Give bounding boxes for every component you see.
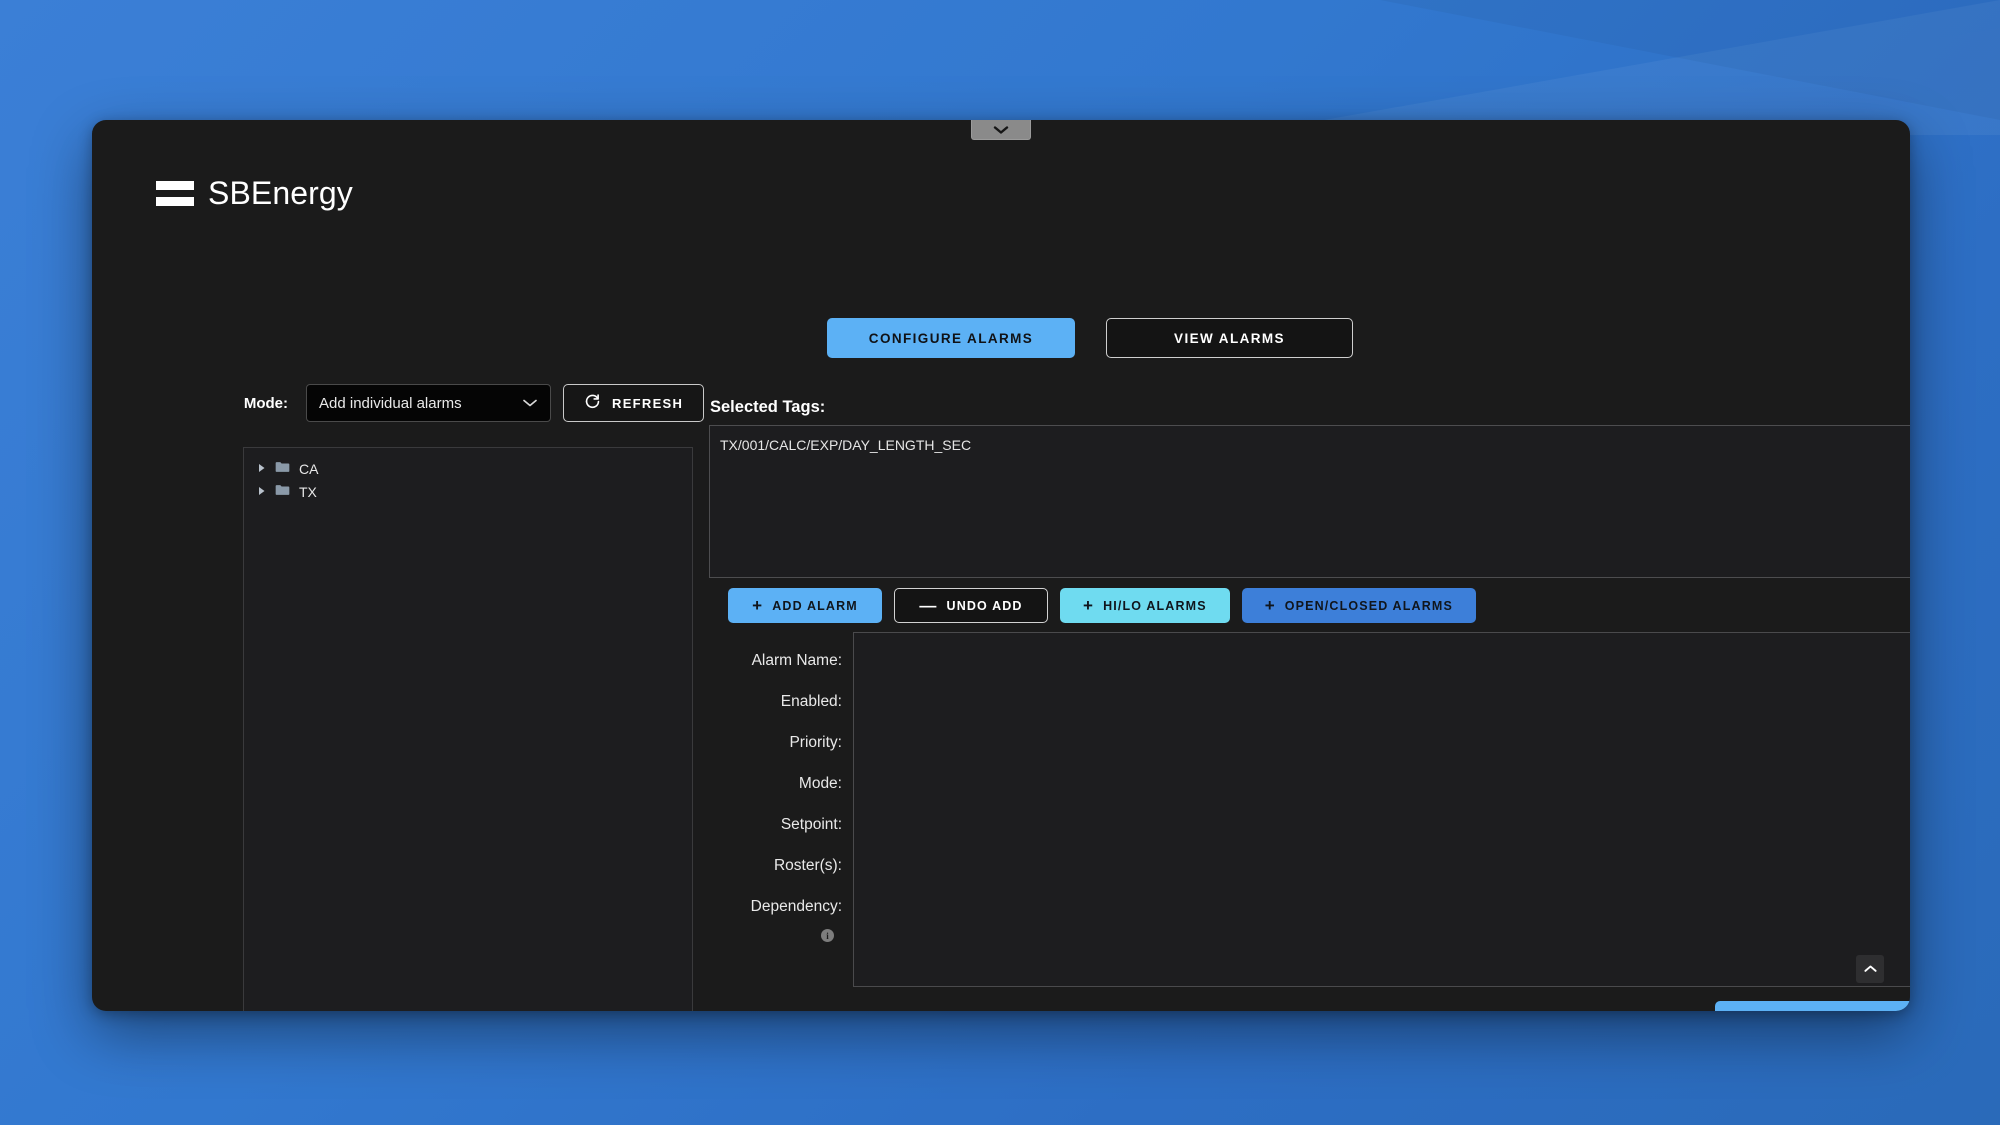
save-configuration-button[interactable]: SAVE CONFIGURATION [1715, 1001, 1910, 1011]
mode-toolbar: Mode: Add individual alarms REFRESH [232, 384, 704, 422]
mode-label: Mode: [232, 395, 288, 412]
alarm-form-panel[interactable] [853, 632, 1910, 987]
hi-lo-alarms-label: HI/LO ALARMS [1103, 599, 1207, 613]
add-alarm-label: ADD ALARM [772, 599, 858, 613]
open-closed-alarms-label: OPEN/CLOSED ALARMS [1285, 599, 1453, 613]
info-icon[interactable]: i [821, 929, 834, 942]
app-header: SBEnergy [92, 120, 1910, 260]
brand-logo: SBEnergy [156, 175, 353, 212]
selected-tags-list[interactable]: TX/001/CALC/EXP/DAY_LENGTH_SEC [709, 425, 1910, 578]
folder-icon [275, 483, 290, 501]
tree-node-label: TX [299, 484, 317, 500]
chevron-up-icon [1863, 962, 1878, 977]
selected-tag-item[interactable]: TX/001/CALC/EXP/DAY_LENGTH_SEC [720, 435, 1902, 455]
triangle-right-icon[interactable] [258, 460, 266, 478]
label-rosters: Roster(s): [712, 845, 842, 886]
minus-icon: — [919, 597, 937, 614]
tab-view-alarms[interactable]: VIEW ALARMS [1106, 318, 1353, 358]
mode-select-value: Add individual alarms [319, 395, 462, 412]
label-mode: Mode: [712, 763, 842, 804]
folder-icon [275, 460, 290, 478]
alarm-action-toolbar: + ADD ALARM — UNDO ADD + HI/LO ALARMS + … [728, 588, 1476, 623]
tab-configure-alarms[interactable]: CONFIGURE ALARMS [827, 318, 1075, 358]
open-closed-alarms-button[interactable]: + OPEN/CLOSED ALARMS [1242, 588, 1476, 623]
hi-lo-alarms-button[interactable]: + HI/LO ALARMS [1060, 588, 1230, 623]
selected-tags-label: Selected Tags: [710, 398, 825, 417]
scroll-to-top-button[interactable] [1856, 955, 1884, 983]
plus-icon: + [1265, 597, 1276, 614]
triangle-right-icon[interactable] [258, 483, 266, 501]
label-alarm-name: Alarm Name: [712, 640, 842, 681]
primary-tab-bar: CONFIGURE ALARMS VIEW ALARMS [827, 318, 1353, 358]
plus-icon: + [752, 597, 763, 614]
undo-add-button[interactable]: — UNDO ADD [894, 588, 1048, 623]
undo-add-label: UNDO ADD [947, 599, 1023, 613]
plus-icon: + [1083, 597, 1094, 614]
dependency-info-row: i [712, 929, 842, 942]
refresh-button[interactable]: REFRESH [563, 384, 704, 422]
sb-energy-logo-mark [156, 181, 194, 206]
add-alarm-button[interactable]: + ADD ALARM [728, 588, 882, 623]
refresh-button-label: REFRESH [612, 396, 683, 411]
chevron-down-icon [522, 398, 538, 408]
label-dependency: Dependency: [712, 886, 842, 927]
tree-node-ca[interactable]: CA [244, 457, 692, 480]
alarm-form-label-column: Alarm Name: Enabled: Priority: Mode: Set… [712, 640, 842, 942]
label-priority: Priority: [712, 722, 842, 763]
label-enabled: Enabled: [712, 681, 842, 722]
label-setpoint: Setpoint: [712, 804, 842, 845]
brand-name-sb: SB [208, 175, 251, 211]
brand-name-energy: Energy [251, 175, 353, 211]
refresh-icon [584, 393, 601, 413]
tree-node-label: CA [299, 461, 318, 477]
mode-select[interactable]: Add individual alarms [306, 384, 551, 422]
brand-name: SBEnergy [208, 175, 353, 212]
tree-node-tx[interactable]: TX [244, 480, 692, 503]
tag-tree-panel[interactable]: CA TX [243, 447, 693, 1011]
application-window: SBEnergy CONFIGURE ALARMS VIEW ALARMS Mo… [92, 120, 1910, 1011]
